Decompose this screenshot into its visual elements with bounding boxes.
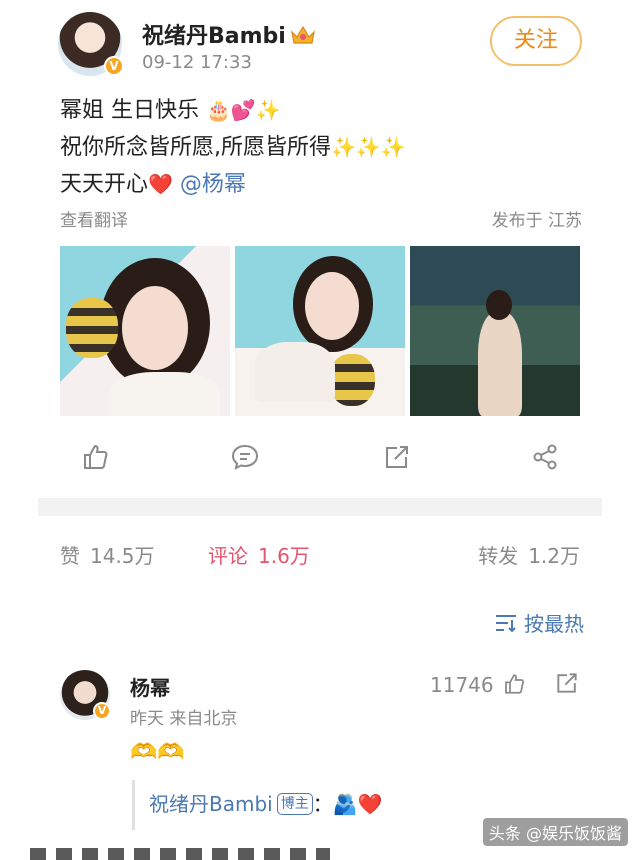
reply-separator: ： bbox=[312, 792, 333, 816]
mention-link[interactable]: @杨幂 bbox=[180, 172, 246, 197]
like-icon[interactable] bbox=[80, 442, 110, 472]
likes-tab[interactable]: 赞 14.5万 bbox=[60, 540, 155, 569]
translate-link[interactable]: 查看翻译 bbox=[60, 206, 128, 231]
photo-1-face bbox=[122, 286, 188, 370]
action-bar bbox=[60, 436, 580, 480]
image-grid bbox=[60, 246, 580, 416]
comments-count: 1.6万 bbox=[258, 544, 310, 568]
sparkles-emoji: ✨✨✨ bbox=[331, 135, 406, 159]
sort-label: 按最热 bbox=[524, 612, 584, 636]
comments-label: 评论 bbox=[208, 544, 248, 568]
comment-like-count: 11746 bbox=[430, 673, 494, 697]
op-badge: 博主 bbox=[276, 793, 313, 815]
post-header: V 祝绪丹Bambi 09-12 17:33 关注 bbox=[58, 12, 598, 78]
post-line-3: 天天开心❤️ @杨幂 bbox=[60, 166, 600, 203]
photo-3-gown bbox=[478, 312, 522, 416]
repost-icon[interactable] bbox=[382, 442, 412, 472]
post-line-2: 祝你所念皆所愿,所愿皆所得✨✨✨ bbox=[60, 129, 600, 166]
share-icon[interactable] bbox=[530, 442, 560, 472]
photo-3[interactable] bbox=[410, 246, 580, 416]
author-name[interactable]: 祝绪丹Bambi bbox=[142, 18, 316, 50]
comment-repost-icon[interactable] bbox=[554, 670, 580, 696]
reply-author[interactable]: 祝绪丹Bambi bbox=[149, 792, 273, 816]
post-time: 09-12 17:33 bbox=[142, 52, 252, 73]
heart-emoji: ❤️ bbox=[148, 172, 173, 196]
photo-1[interactable] bbox=[60, 246, 230, 416]
commenter-name[interactable]: 杨幂 bbox=[130, 672, 170, 701]
verified-badge-icon: V bbox=[104, 56, 124, 76]
sort-icon bbox=[496, 615, 516, 633]
thumbs-up-icon bbox=[504, 674, 524, 694]
sort-hot-button[interactable]: 按最热 bbox=[494, 608, 584, 637]
photo-2[interactable] bbox=[235, 246, 405, 416]
comment-meta: 昨天 来自北京 bbox=[130, 709, 238, 729]
photo-1-outfit bbox=[110, 372, 220, 416]
reposts-count: 1.2万 bbox=[528, 544, 580, 568]
cropped-caption-fragment bbox=[30, 848, 330, 860]
reposts-tab[interactable]: 转发 1.2万 bbox=[478, 540, 580, 569]
comment-like-button[interactable]: 11746 bbox=[430, 672, 526, 697]
photo-2-plush bbox=[329, 354, 375, 406]
post-line-1: 幂姐 生日快乐 🎂💕✨ bbox=[60, 92, 600, 129]
comment-body: 🫶🫶 bbox=[130, 740, 185, 765]
crown-icon bbox=[290, 25, 315, 44]
section-divider bbox=[38, 498, 602, 516]
follow-button[interactable]: 关注 bbox=[490, 16, 582, 66]
post-location: 发布于 江苏 bbox=[491, 211, 582, 231]
photo-2-face bbox=[305, 272, 359, 340]
likes-label: 赞 bbox=[60, 544, 80, 568]
post-text: 幂姐 生日快乐 🎂💕✨ 祝你所念皆所愿,所愿皆所得✨✨✨ 天天开心❤️ @杨幂 bbox=[60, 92, 600, 203]
reposts-label: 转发 bbox=[478, 544, 519, 568]
likes-count: 14.5万 bbox=[90, 544, 155, 568]
post-line-2-text: 祝你所念皆所愿,所愿皆所得 bbox=[60, 135, 331, 160]
birthday-emoji: 🎂💕✨ bbox=[206, 98, 281, 122]
post-line-3-text: 天天开心 bbox=[60, 172, 149, 197]
comments-tab[interactable]: 评论 1.6万 bbox=[208, 540, 310, 569]
photo-2-outfit bbox=[255, 342, 335, 402]
photo-3-head bbox=[486, 290, 512, 320]
comment-icon[interactable] bbox=[230, 442, 260, 472]
author-name-text: 祝绪丹Bambi bbox=[142, 24, 286, 49]
photo-1-plush bbox=[66, 298, 118, 358]
stats-row: 赞 14.5万 评论 1.6万 转发 1.2万 bbox=[60, 540, 580, 570]
commenter-verified-icon: V bbox=[93, 702, 111, 720]
reply-text: 🫂❤️ bbox=[332, 792, 383, 816]
watermark: 头条 @娱乐饭饭酱 bbox=[482, 818, 628, 846]
post-line-1-text: 幂姐 生日快乐 bbox=[60, 98, 199, 123]
